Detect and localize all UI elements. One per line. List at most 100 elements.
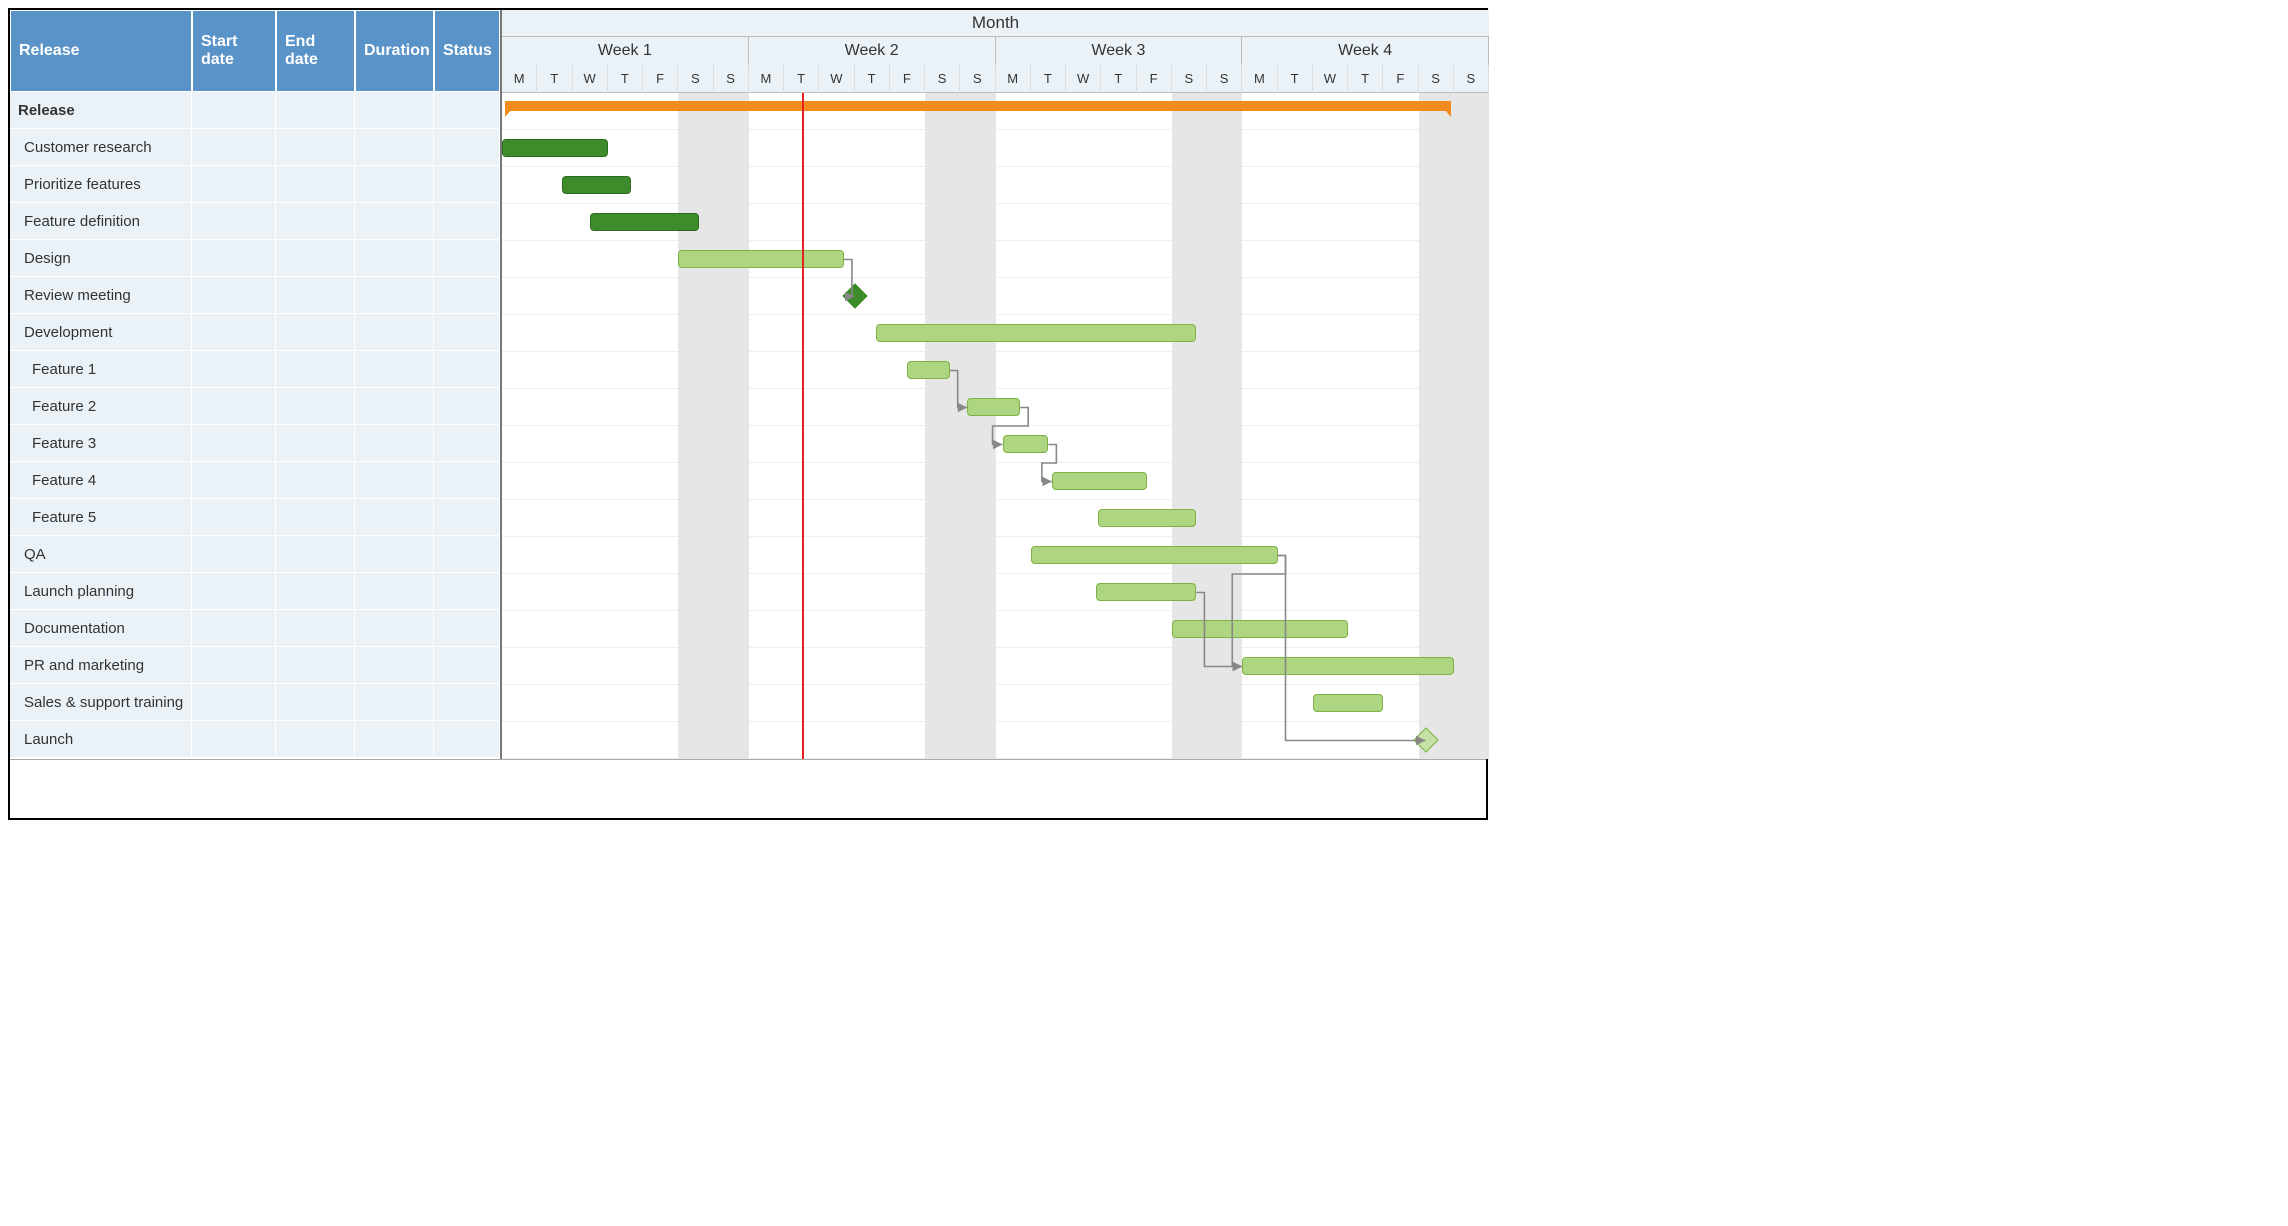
gantt-bar[interactable] bbox=[1031, 546, 1278, 564]
task-name-cell[interactable]: Sales & support training bbox=[10, 684, 192, 720]
empty-cell[interactable] bbox=[192, 351, 276, 387]
timeline-row[interactable] bbox=[502, 426, 1489, 463]
empty-cell[interactable] bbox=[355, 166, 434, 202]
empty-cell[interactable] bbox=[276, 684, 355, 720]
timeline-row[interactable] bbox=[502, 500, 1489, 537]
empty-cell[interactable] bbox=[192, 277, 276, 313]
task-name-cell[interactable]: Review meeting bbox=[10, 277, 192, 313]
empty-cell[interactable] bbox=[434, 536, 500, 572]
timeline-row[interactable] bbox=[502, 204, 1489, 241]
empty-cell[interactable] bbox=[192, 166, 276, 202]
empty-cell[interactable] bbox=[276, 92, 355, 128]
timeline-row[interactable] bbox=[502, 130, 1489, 167]
empty-cell[interactable] bbox=[192, 388, 276, 424]
timeline-row[interactable] bbox=[502, 685, 1489, 722]
empty-cell[interactable] bbox=[355, 388, 434, 424]
timeline-row[interactable] bbox=[502, 537, 1489, 574]
gantt-bar[interactable] bbox=[876, 324, 1197, 342]
empty-cell[interactable] bbox=[355, 277, 434, 313]
empty-cell[interactable] bbox=[434, 203, 500, 239]
task-name-cell[interactable]: PR and marketing bbox=[10, 647, 192, 683]
timeline-row[interactable] bbox=[502, 315, 1489, 352]
table-row[interactable]: Review meeting bbox=[10, 277, 500, 314]
empty-cell[interactable] bbox=[276, 536, 355, 572]
empty-cell[interactable] bbox=[192, 314, 276, 350]
task-name-cell[interactable]: Development bbox=[10, 314, 192, 350]
task-name-cell[interactable]: Prioritize features bbox=[10, 166, 192, 202]
empty-cell[interactable] bbox=[434, 129, 500, 165]
table-row[interactable]: Release bbox=[10, 92, 500, 129]
empty-cell[interactable] bbox=[355, 499, 434, 535]
task-name-cell[interactable]: Feature 3 bbox=[10, 425, 192, 461]
gantt-bar[interactable] bbox=[1003, 435, 1049, 453]
empty-cell[interactable] bbox=[276, 277, 355, 313]
table-row[interactable]: Design bbox=[10, 240, 500, 277]
empty-cell[interactable] bbox=[355, 647, 434, 683]
empty-cell[interactable] bbox=[192, 240, 276, 276]
gantt-bar[interactable] bbox=[590, 213, 699, 231]
empty-cell[interactable] bbox=[276, 425, 355, 461]
empty-cell[interactable] bbox=[355, 314, 434, 350]
empty-cell[interactable] bbox=[434, 462, 500, 498]
empty-cell[interactable] bbox=[434, 647, 500, 683]
empty-cell[interactable] bbox=[355, 536, 434, 572]
gantt-bar[interactable] bbox=[562, 176, 631, 194]
empty-cell[interactable] bbox=[434, 92, 500, 128]
gantt-bar[interactable] bbox=[907, 361, 949, 379]
table-row[interactable]: Launch bbox=[10, 721, 500, 758]
empty-cell[interactable] bbox=[434, 314, 500, 350]
empty-cell[interactable] bbox=[276, 647, 355, 683]
empty-cell[interactable] bbox=[276, 129, 355, 165]
empty-cell[interactable] bbox=[276, 314, 355, 350]
table-row[interactable]: QA bbox=[10, 536, 500, 573]
timeline-row[interactable] bbox=[502, 611, 1489, 648]
table-row[interactable]: Feature definition bbox=[10, 203, 500, 240]
empty-cell[interactable] bbox=[276, 203, 355, 239]
empty-cell[interactable] bbox=[192, 92, 276, 128]
empty-cell[interactable] bbox=[192, 684, 276, 720]
empty-cell[interactable] bbox=[276, 721, 355, 757]
empty-cell[interactable] bbox=[355, 462, 434, 498]
gantt-bar[interactable] bbox=[1096, 583, 1196, 601]
task-name-cell[interactable]: Feature 5 bbox=[10, 499, 192, 535]
timeline-row[interactable] bbox=[502, 352, 1489, 389]
gantt-bar[interactable] bbox=[502, 139, 608, 157]
empty-cell[interactable] bbox=[355, 240, 434, 276]
gantt-bar[interactable] bbox=[1172, 620, 1348, 638]
empty-cell[interactable] bbox=[434, 388, 500, 424]
task-name-cell[interactable]: Feature definition bbox=[10, 203, 192, 239]
task-name-cell[interactable]: QA bbox=[10, 536, 192, 572]
timeline-row[interactable] bbox=[502, 463, 1489, 500]
timeline-row[interactable] bbox=[502, 93, 1489, 130]
table-row[interactable]: Sales & support training bbox=[10, 684, 500, 721]
task-name-cell[interactable]: Design bbox=[10, 240, 192, 276]
empty-cell[interactable] bbox=[434, 721, 500, 757]
table-row[interactable]: Feature 5 bbox=[10, 499, 500, 536]
empty-cell[interactable] bbox=[276, 499, 355, 535]
empty-cell[interactable] bbox=[434, 499, 500, 535]
task-name-cell[interactable]: Launch planning bbox=[10, 573, 192, 609]
empty-cell[interactable] bbox=[355, 610, 434, 646]
empty-cell[interactable] bbox=[192, 721, 276, 757]
gantt-bar[interactable] bbox=[1242, 657, 1454, 675]
task-name-cell[interactable]: Customer research bbox=[10, 129, 192, 165]
task-name-cell[interactable]: Documentation bbox=[10, 610, 192, 646]
empty-cell[interactable] bbox=[192, 573, 276, 609]
empty-cell[interactable] bbox=[355, 203, 434, 239]
gantt-bar[interactable] bbox=[1052, 472, 1147, 490]
timeline-row[interactable] bbox=[502, 648, 1489, 685]
milestone-diamond-icon[interactable] bbox=[842, 283, 867, 308]
table-row[interactable]: Feature 1 bbox=[10, 351, 500, 388]
empty-cell[interactable] bbox=[434, 351, 500, 387]
empty-cell[interactable] bbox=[192, 203, 276, 239]
empty-cell[interactable] bbox=[276, 166, 355, 202]
empty-cell[interactable] bbox=[276, 240, 355, 276]
empty-cell[interactable] bbox=[192, 425, 276, 461]
gantt-bar[interactable] bbox=[1098, 509, 1197, 527]
empty-cell[interactable] bbox=[276, 351, 355, 387]
empty-cell[interactable] bbox=[192, 499, 276, 535]
empty-cell[interactable] bbox=[192, 647, 276, 683]
table-row[interactable]: Launch planning bbox=[10, 573, 500, 610]
empty-cell[interactable] bbox=[192, 610, 276, 646]
table-row[interactable]: Feature 2 bbox=[10, 388, 500, 425]
